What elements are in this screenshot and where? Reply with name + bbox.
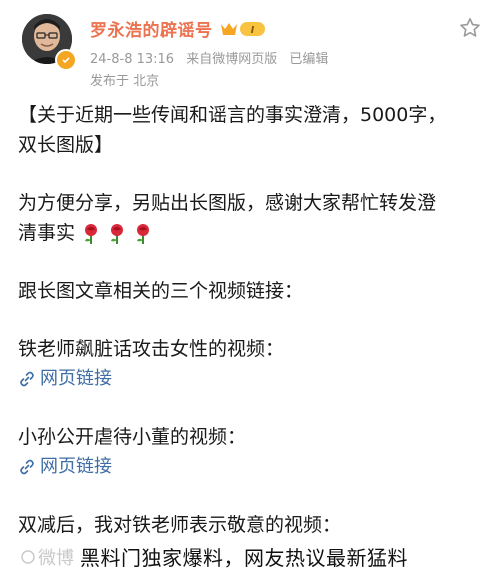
edited-label[interactable]: 已编辑 bbox=[289, 52, 328, 67]
post-date[interactable]: 24-8-8 13:16 bbox=[90, 52, 174, 67]
post-line: 跟长图文章相关的三个视频链接： bbox=[18, 280, 304, 302]
web-link-2[interactable]: 网页链接 bbox=[18, 452, 488, 482]
username-link[interactable]: 罗永浩的辟谣号 bbox=[90, 16, 213, 41]
post-meta: 24-8-8 13:16 来自微博网页版 已编辑 bbox=[90, 48, 336, 67]
video-title: 双减后，我对铁老师表示敬意的视频： bbox=[18, 514, 342, 536]
weibo-watermark-text: 微博 bbox=[38, 547, 74, 569]
star-outline-icon[interactable] bbox=[458, 16, 482, 40]
post-line-text: 清事实 bbox=[18, 222, 76, 244]
rose-icon bbox=[85, 223, 98, 244]
vip-badge[interactable]: I bbox=[219, 20, 267, 38]
post-line: 为方便分享，另贴出长图版，感谢大家帮忙转发澄 bbox=[18, 192, 437, 214]
post-line: 双长图版】 bbox=[18, 134, 114, 156]
video-title: 铁老师飙脏话攻击女性的视频： bbox=[18, 338, 285, 360]
post-header: 罗永浩的辟谣号 I 24-8-8 13:16 来自微博网页版 已编辑 发布于 北… bbox=[0, 0, 500, 100]
web-link-1[interactable]: 网页链接 bbox=[18, 364, 488, 394]
post-line: 【关于近期一些传闻和谣言的事实澄清，5000字， bbox=[18, 104, 447, 126]
post-line: 清事实 bbox=[18, 218, 488, 248]
rose-icon bbox=[111, 223, 124, 244]
caption-text: 黑料门独家爆料，网友热议最新猛料 bbox=[80, 542, 408, 571]
footer-caption: 微博 黑料门独家爆料，网友热议最新猛料 bbox=[20, 542, 408, 571]
web-link-label[interactable]: 网页链接 bbox=[40, 452, 112, 482]
link-icon bbox=[20, 371, 34, 387]
vip-level-label: I bbox=[250, 25, 254, 36]
rose-emoji-group bbox=[81, 223, 153, 245]
rose-icon bbox=[137, 223, 150, 244]
weibo-watermark: 微博 bbox=[20, 544, 74, 570]
post-body: 【关于近期一些传闻和谣言的事实澄清，5000字， 双长图版】 为方便分享，另贴出… bbox=[18, 100, 488, 540]
post-location: 发布于 北京 bbox=[90, 74, 160, 89]
verified-badge-icon bbox=[55, 49, 77, 71]
web-link-label[interactable]: 网页链接 bbox=[40, 364, 112, 394]
weibo-loop-icon bbox=[21, 549, 35, 564]
link-icon bbox=[20, 459, 34, 475]
post-source: 来自微博网页版 bbox=[186, 52, 278, 67]
video-title: 小孙公开虐待小董的视频： bbox=[18, 426, 247, 448]
